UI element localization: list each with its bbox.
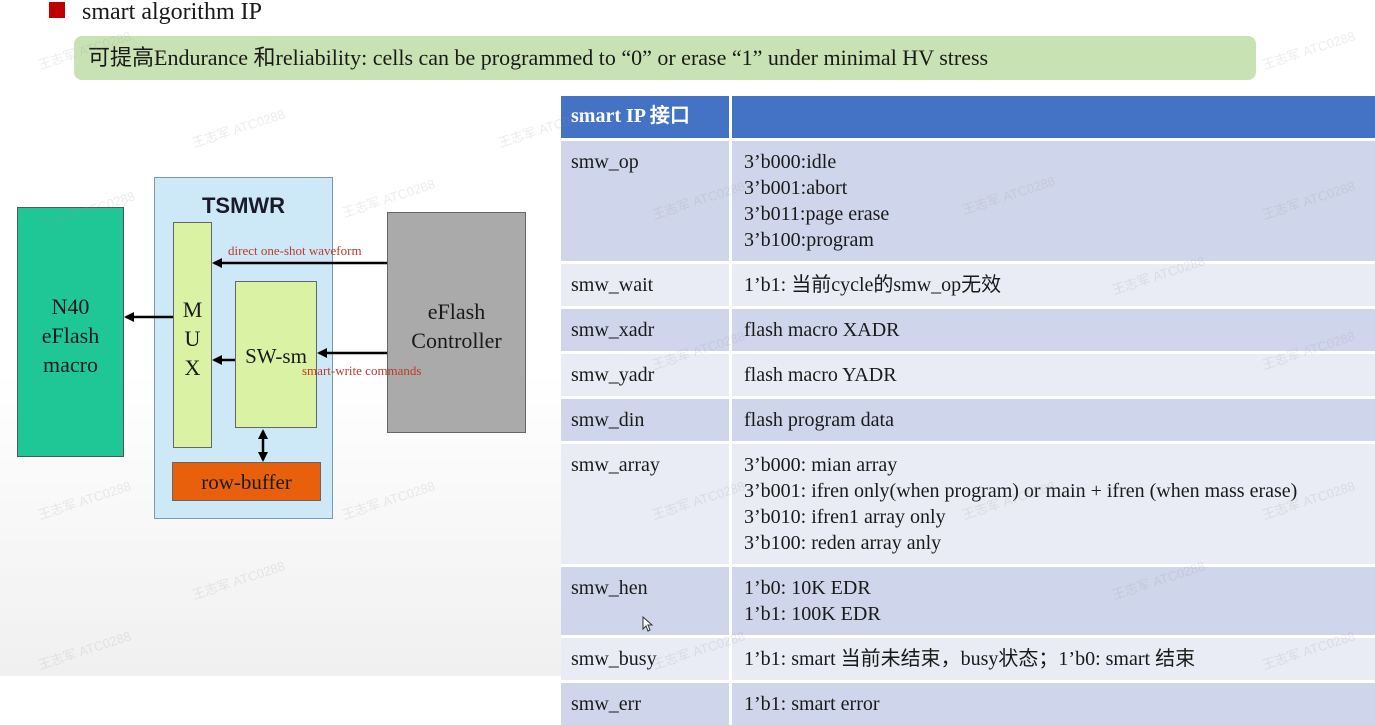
- table-row: smw_wait 1’b1: 当前cycle的smw_op无效: [561, 261, 1375, 306]
- signal-name-cell: smw_din: [561, 399, 732, 441]
- table-row: smw_op 3’b000:idle 3’b001:abort 3’b011:p…: [561, 138, 1375, 261]
- signal-desc-cell: flash macro XADR: [744, 319, 900, 341]
- signal-desc-cell: 3’b000:idle 3’b001:abort 3’b011:page era…: [744, 151, 890, 251]
- header-cell: [732, 96, 1375, 138]
- signal-desc-cell: flash program data: [744, 409, 894, 431]
- smart-ip-interface-table: smart IP 接口 smw_op 3’b000:idle 3’b001:ab…: [561, 96, 1375, 725]
- table-row: smw_xadr flash macro XADR: [561, 306, 1375, 351]
- signal-desc-cell: 1’b1: smart error: [744, 693, 880, 715]
- table-row: smw_yadr flash macro YADR: [561, 351, 1375, 396]
- signal-name-cell: smw_yadr: [561, 354, 732, 396]
- signal-name-cell: smw_busy: [561, 638, 732, 680]
- signal-name-cell: smw_op: [561, 141, 732, 261]
- signal-desc-cell: 1’b1: 当前cycle的smw_op无效: [744, 274, 1002, 296]
- mouse-cursor-icon: [642, 616, 654, 632]
- direct-waveform-label: direct one-shot waveform: [228, 243, 362, 258]
- table-row: smw_array 3’b000: mian array 3’b001: ifr…: [561, 441, 1375, 564]
- table-row: smw_busy 1’b1: smart 当前未结束，busy状态；1’b0: …: [561, 635, 1375, 680]
- signal-desc-cell: 3’b000: mian array 3’b001: ifren only(wh…: [744, 454, 1298, 554]
- signal-name-cell: smw_err: [561, 683, 732, 725]
- watermark: 王志军 ATC0288: [1260, 28, 1357, 73]
- table-row: smw_err 1’b1: smart error: [561, 680, 1375, 725]
- signal-name-cell: smw_wait: [561, 264, 732, 306]
- watermark: 王志军 ATC0288: [190, 558, 287, 603]
- header-cell: smart IP 接口: [561, 96, 732, 138]
- smart-write-label: smart-write commands: [302, 363, 422, 378]
- signal-name-cell: smw_array: [561, 444, 732, 564]
- table-row: smw_hen 1’b0: 10K EDR 1’b1: 100K EDR: [561, 564, 1375, 635]
- signal-desc-cell: flash macro YADR: [744, 364, 897, 386]
- diagram-arrows: [124, 258, 387, 462]
- signal-desc-cell: 1’b0: 10K EDR 1’b1: 100K EDR: [744, 577, 881, 625]
- table-header: smart IP 接口: [561, 96, 1375, 138]
- table-row: smw_din flash program data: [561, 396, 1375, 441]
- signal-desc-cell: 1’b1: smart 当前未结束，busy状态；1’b0: smart 结束: [744, 648, 1196, 670]
- watermark: 王志军 ATC0288: [36, 628, 133, 673]
- signal-name-cell: smw_xadr: [561, 309, 732, 351]
